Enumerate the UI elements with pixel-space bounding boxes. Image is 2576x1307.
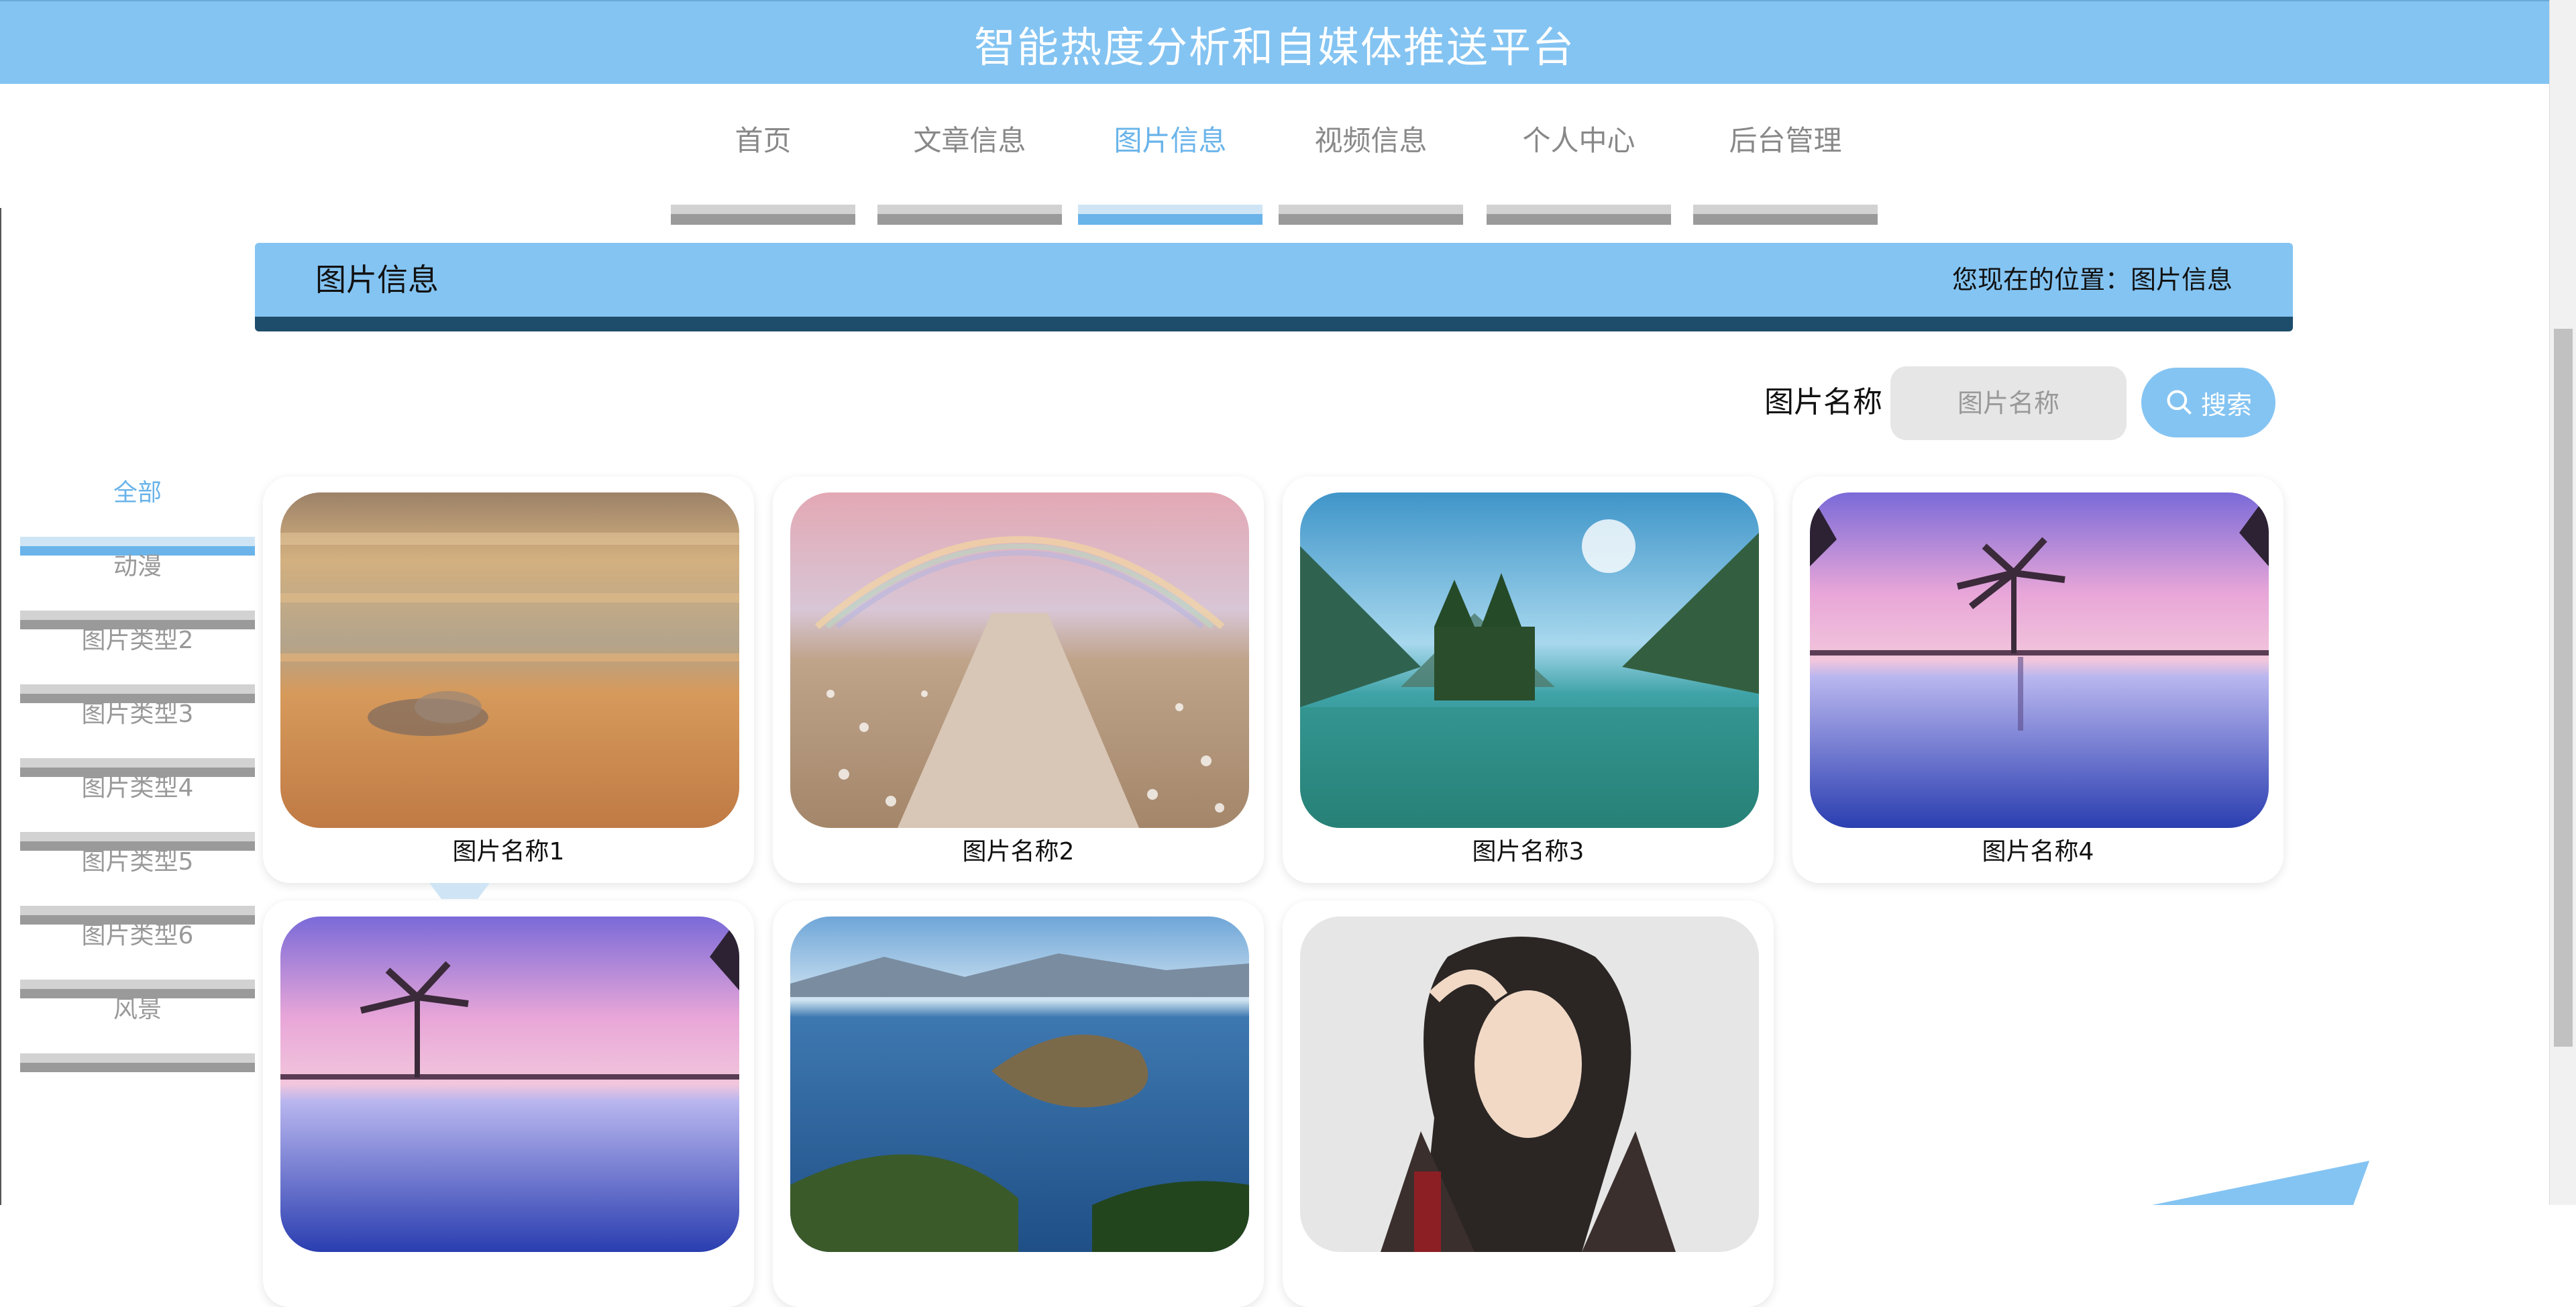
gallery-image-lake-island[interactable] bbox=[790, 917, 1249, 1252]
category-item-label: 风景 bbox=[113, 996, 162, 1023]
category-item-label: 图片类型2 bbox=[81, 627, 194, 654]
nav-item-label: 视频信息 bbox=[1314, 124, 1428, 157]
category-item-underline bbox=[20, 1053, 255, 1072]
gallery-card[interactable]: 图片名称1 bbox=[263, 476, 754, 883]
category-item-label: 动漫 bbox=[113, 553, 162, 580]
nav-item-underline bbox=[1693, 205, 1878, 225]
category-item-label: 图片类型5 bbox=[81, 848, 194, 876]
category-item-label: 图片类型6 bbox=[81, 922, 194, 949]
category-item-label: 图片类型4 bbox=[81, 774, 194, 802]
section-header-underline bbox=[255, 317, 2293, 331]
search-icon bbox=[2167, 390, 2192, 415]
category-item-all[interactable]: 全部 bbox=[20, 470, 255, 556]
decorative-shape bbox=[429, 883, 490, 899]
scrollbar-thumb[interactable] bbox=[2554, 329, 2573, 1047]
category-item-label: 图片类型3 bbox=[81, 700, 194, 728]
category-item-type3[interactable]: 图片类型3 bbox=[20, 691, 255, 777]
gallery-image-palm-pool-sunset[interactable] bbox=[280, 917, 739, 1252]
gallery-card[interactable]: 图片名称4 bbox=[1792, 476, 2284, 883]
gallery-image-sunset-clouds[interactable] bbox=[280, 492, 739, 828]
category-item-type2[interactable]: 图片类型2 bbox=[20, 617, 255, 703]
gallery-card-name: 图片名称2 bbox=[962, 838, 1075, 866]
page-scrollbar[interactable] bbox=[2549, 0, 2576, 1205]
gallery-image-anime-character[interactable] bbox=[1300, 917, 1759, 1252]
category-item-type5[interactable]: 图片类型5 bbox=[20, 839, 255, 925]
gallery-card-name: 图片名称3 bbox=[1472, 838, 1585, 866]
nav-item-underline bbox=[1487, 205, 1671, 225]
gallery-card[interactable] bbox=[773, 900, 1264, 1307]
nav-item-label: 文章信息 bbox=[913, 124, 1026, 157]
gallery-image-palm-pool-sunset[interactable] bbox=[1810, 492, 2269, 828]
nav-item-label: 后台管理 bbox=[1729, 124, 1842, 157]
search-button-label: 搜索 bbox=[2200, 390, 2252, 420]
category-sidebar: 全部 动漫 图片类型2 图片类型3 图片类型4 图片类型5 图片类型6 风景 bbox=[20, 470, 255, 1072]
nav-item-label: 个人中心 bbox=[1522, 124, 1635, 157]
gallery-card[interactable] bbox=[263, 900, 754, 1307]
section-header: 图片信息 您现在的位置：图片信息 bbox=[255, 243, 2293, 317]
nav-item-underline bbox=[1279, 205, 1463, 225]
category-item-label: 全部 bbox=[113, 479, 162, 507]
gallery-image-rainbow-flower-path[interactable] bbox=[790, 492, 1249, 828]
nav-item-label: 首页 bbox=[735, 124, 792, 157]
category-item-type6[interactable]: 图片类型6 bbox=[20, 912, 255, 998]
category-item-scenery[interactable]: 风景 bbox=[20, 986, 255, 1072]
category-item-type4[interactable]: 图片类型4 bbox=[20, 765, 255, 851]
gallery-card-name: 图片名称1 bbox=[452, 838, 565, 866]
site-title: 智能热度分析和自媒体推送平台 bbox=[973, 22, 1575, 72]
decorative-triangle bbox=[2151, 1161, 2370, 1205]
nav-item-underline bbox=[671, 205, 855, 225]
nav-item-label: 图片信息 bbox=[1114, 124, 1227, 157]
gallery-card-name: 图片名称4 bbox=[1982, 838, 2094, 866]
gallery-card[interactable]: 图片名称2 bbox=[773, 476, 1264, 883]
category-item-anime[interactable]: 动漫 bbox=[20, 543, 255, 629]
main-nav: 首页 文章信息 图片信息 视频信息 个人中心 后台管理 bbox=[0, 84, 2549, 225]
gallery-card[interactable] bbox=[1283, 900, 1774, 1307]
page-frame-border bbox=[0, 208, 1, 1205]
search-input[interactable] bbox=[1890, 366, 2127, 440]
page-title: 图片信息 bbox=[315, 262, 439, 298]
site-header: 智能热度分析和自媒体推送平台 bbox=[0, 0, 2549, 85]
search-label: 图片名称 bbox=[1764, 385, 1882, 419]
breadcrumb: 您现在的位置：图片信息 bbox=[1951, 265, 2233, 295]
gallery-image-mountain-lake[interactable] bbox=[1300, 492, 1759, 828]
search-button[interactable]: 搜索 bbox=[2141, 368, 2275, 437]
gallery-card[interactable]: 图片名称3 bbox=[1283, 476, 1774, 883]
nav-item-underline bbox=[1078, 205, 1263, 225]
nav-item-underline bbox=[877, 205, 1062, 225]
